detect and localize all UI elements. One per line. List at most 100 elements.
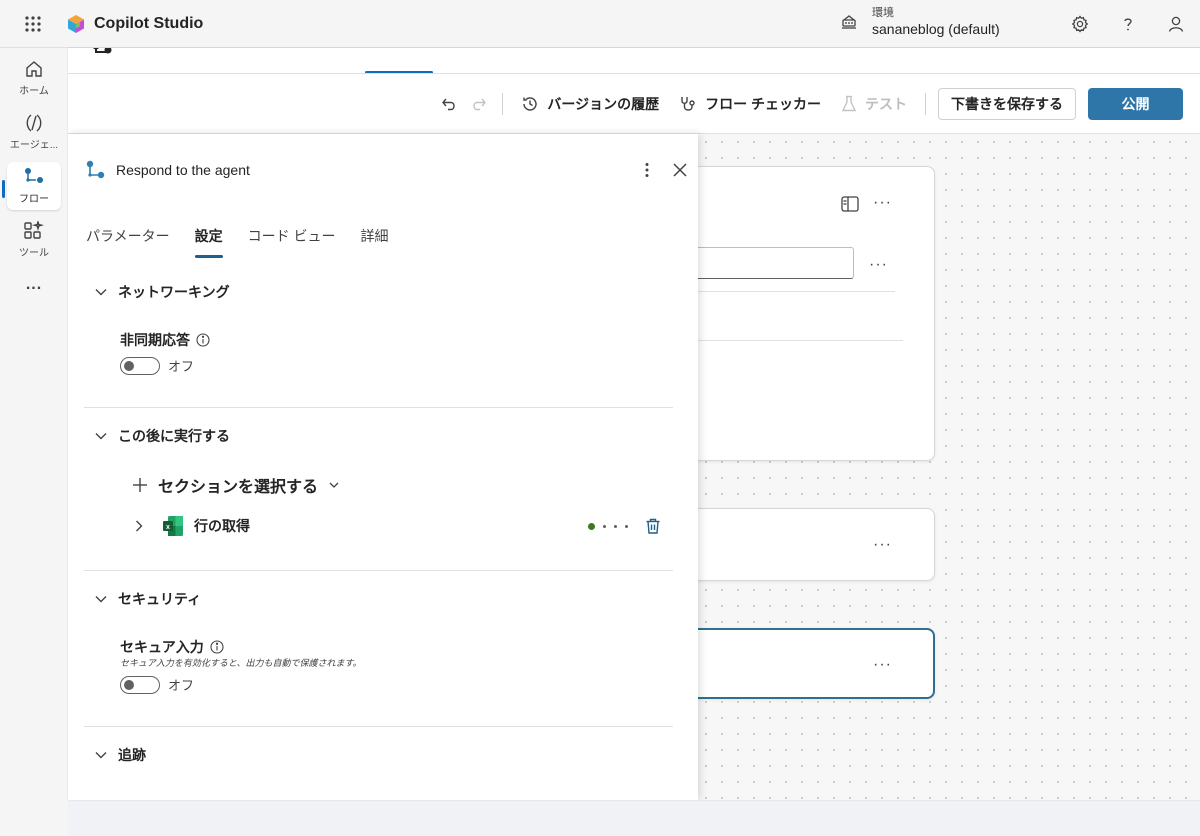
redo-button[interactable] — [464, 88, 494, 120]
section-title: この後に実行する — [118, 428, 230, 444]
select-section-button[interactable]: セクションを選択する — [132, 473, 340, 497]
async-response-label: 非同期応答 — [120, 330, 210, 350]
tab-settings[interactable]: 設定 — [194, 226, 223, 258]
panel-tabs: パラメーター 設定 コード ビュー 詳細 — [86, 226, 388, 258]
copilot-studio-logo-icon — [68, 14, 84, 33]
publish-button[interactable]: 公開 — [1088, 87, 1183, 120]
rail-active-indicator — [2, 180, 5, 198]
help-button[interactable] — [1104, 0, 1152, 48]
info-icon[interactable] — [210, 640, 224, 654]
tab-details[interactable]: 詳細 — [360, 226, 388, 258]
flow-checker-label: フロー チェッカー — [705, 95, 821, 112]
home-icon — [26, 61, 42, 77]
section-divider — [84, 407, 673, 408]
redo-icon — [473, 98, 487, 110]
run-after-status[interactable] — [588, 522, 628, 530]
rail-item-tools[interactable]: ツール — [7, 216, 61, 264]
flask-icon — [841, 95, 857, 111]
node-more-button[interactable]: ··· — [873, 657, 892, 673]
plus-icon — [133, 478, 147, 492]
flow-node-action[interactable]: ··· — [678, 508, 935, 581]
profile-button[interactable] — [1152, 0, 1200, 48]
section-networking-header[interactable]: ネットワーキング — [94, 282, 230, 302]
environment-label: 環境 — [872, 7, 894, 19]
main-area: バージョンの履歴 フロー チェッカー テスト 下書きを保存する 公開 ··· ·… — [68, 48, 1200, 800]
node-divider — [679, 340, 903, 341]
node-input-field[interactable] — [677, 247, 854, 279]
agent-icon — [26, 114, 42, 132]
chevron-right-icon[interactable] — [132, 519, 146, 533]
environment-name: sananeblog (default) — [872, 21, 1000, 38]
node-more-button[interactable]: ··· — [873, 195, 892, 211]
tab-parameters[interactable]: パラメーター — [86, 226, 170, 258]
section-divider — [84, 570, 673, 571]
section-title: 追跡 — [118, 747, 146, 763]
field-label-text: セキュア入力 — [120, 639, 204, 655]
status-dot — [603, 524, 606, 528]
environment-icon — [842, 15, 856, 29]
trash-icon[interactable] — [644, 517, 662, 535]
tab-code-view[interactable]: コード ビュー — [248, 226, 336, 258]
close-icon[interactable] — [672, 162, 688, 178]
chevron-down-icon — [95, 433, 107, 440]
rail-item-label: フロー — [19, 194, 49, 205]
page-header — [68, 48, 1200, 74]
action-settings-panel: Respond to the agent パラメーター 設定 コード ビュー 詳… — [68, 134, 698, 800]
tools-icon — [24, 221, 45, 239]
toggle-state-label: オフ — [168, 678, 195, 693]
toolbar-separator — [925, 92, 926, 115]
app-launcher-button[interactable] — [0, 0, 66, 48]
flow-node-trigger[interactable]: ··· ··· — [677, 166, 935, 461]
top-bar: Copilot Studio 環境 sananeblog (default) — [0, 0, 1200, 48]
action-name: 行の取得 — [194, 518, 250, 534]
app-title: Copilot Studio — [94, 14, 204, 32]
status-dot — [625, 524, 628, 528]
undo-icon — [442, 98, 456, 110]
flow-checker-button[interactable]: フロー チェッカー — [669, 88, 831, 120]
secure-input-toggle[interactable] — [120, 675, 160, 694]
flow-node-respond-selected[interactable]: ··· — [678, 628, 935, 699]
app-brand[interactable]: Copilot Studio — [66, 14, 203, 34]
settings-button[interactable] — [1056, 0, 1104, 48]
section-tracking-header[interactable]: 追跡 — [94, 745, 146, 765]
waffle-icon — [25, 15, 41, 32]
section-title: ネットワーキング — [118, 284, 230, 300]
rail-item-label: ツール — [19, 248, 49, 259]
toolbar-separator — [502, 92, 504, 115]
undo-button[interactable] — [434, 88, 464, 120]
test-label: テスト — [865, 95, 907, 112]
save-draft-button[interactable]: 下書きを保存する — [938, 87, 1076, 120]
run-after-action-row[interactable]: x 行の取得 — [132, 514, 662, 538]
panel-toggle-icon[interactable] — [841, 196, 859, 212]
async-response-toggle[interactable] — [120, 356, 160, 375]
history-icon — [523, 96, 538, 111]
node-divider — [679, 291, 895, 292]
section-run-after-header[interactable]: この後に実行する — [94, 426, 230, 446]
more-icon: ... — [25, 276, 43, 293]
toolbar: バージョンの履歴 フロー チェッカー テスト 下書きを保存する 公開 — [68, 74, 1200, 134]
flow-title-icon — [93, 48, 112, 54]
panel-title: Respond to the agent — [116, 162, 250, 178]
chevron-down-icon — [95, 289, 107, 296]
field-more-button[interactable]: ··· — [869, 257, 888, 273]
rail-item-home[interactable]: ホーム — [7, 54, 61, 102]
rail-item-agents[interactable]: エージェ... — [7, 108, 61, 156]
select-section-label: セクションを選択する — [158, 479, 319, 496]
rail-item-flows[interactable]: フロー — [7, 162, 61, 210]
version-history-label: バージョンの履歴 — [547, 95, 660, 112]
section-security-header[interactable]: セキュリティ — [94, 589, 201, 609]
rail-more-button[interactable]: ... — [7, 270, 61, 300]
more-vertical-icon[interactable] — [644, 162, 650, 178]
toggle-state-label: オフ — [168, 359, 195, 374]
info-icon[interactable] — [196, 333, 210, 347]
node-more-button[interactable]: ··· — [873, 537, 892, 553]
flow-canvas[interactable]: ··· ··· ··· ··· — [677, 134, 1200, 800]
panel-header: Respond to the agent — [84, 156, 688, 184]
environment-switcher[interactable]: 環境 sananeblog (default) — [840, 6, 1000, 38]
svg-text:x: x — [166, 524, 170, 531]
version-history-button[interactable]: バージョンの履歴 — [511, 88, 669, 120]
secure-input-hint: セキュア入力を有効化すると、出力も自動で保護されます。 — [120, 658, 362, 668]
test-button[interactable]: テスト — [831, 88, 917, 120]
excel-icon: x — [163, 516, 183, 536]
section-divider — [84, 726, 673, 727]
